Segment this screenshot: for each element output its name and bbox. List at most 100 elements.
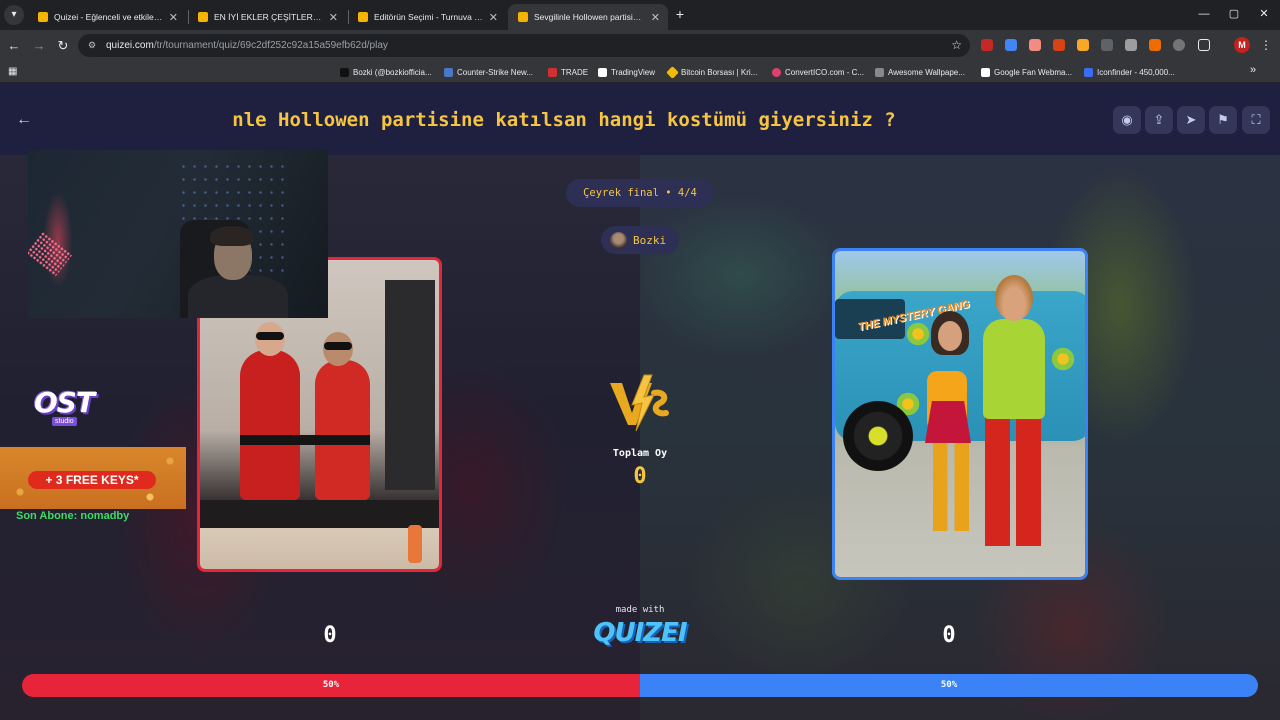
screen: ▾ Quizei - Eğlenceli ve etkileşimli ✕ EN… (0, 0, 1280, 720)
tab-close-icon[interactable]: ✕ (489, 11, 498, 24)
browser-tab-3[interactable]: Editörün Seçimi - Turnuva - Qu ✕ (348, 4, 506, 30)
free-keys-banner: + 3 FREE KEYS* (0, 447, 186, 509)
tab-search-icon[interactable]: ▾ (4, 5, 24, 25)
round-indicator: Çeyrek final • 4/4 (566, 179, 714, 207)
extension-icon[interactable] (1053, 39, 1065, 51)
tab-title: EN İYİ EKLER ÇEŞİTLERİ - Tier Li (214, 12, 323, 22)
more-bookmarks-icon[interactable]: » (1250, 64, 1256, 76)
quiz-title: nle Hollowen partisine katılsan hangi ko… (232, 109, 896, 131)
profile-avatar[interactable]: M (1234, 37, 1250, 53)
bookmark-label: TradingView (611, 67, 656, 77)
address-bar[interactable]: ⚙ quizei.com/tr/tournament/quiz/69c2df25… (78, 34, 970, 57)
window-close-icon[interactable]: ✕ (1256, 6, 1272, 22)
quizei-favicon-icon (358, 12, 368, 22)
vote-progress-bar: 50% 50% (22, 674, 1258, 697)
extension-icon[interactable] (1173, 39, 1185, 51)
bookmark-star-icon[interactable]: ☆ (951, 38, 962, 53)
tradingview-icon (598, 67, 607, 77)
forward-icon[interactable]: → (31, 38, 47, 54)
made-with-label: made with (615, 605, 665, 615)
ost-studio-logo: OST studio (34, 386, 95, 430)
bookmark-favicon-icon (981, 67, 990, 77)
bookmark-label: Iconfinder - 450,000... (1097, 67, 1175, 77)
creator-name: Bozki (633, 233, 667, 247)
choice-card-right[interactable]: THE MYSTERY GANG (832, 248, 1088, 580)
browser-tab-active[interactable]: Sevgilinle Hollowen partisine ka ✕ (508, 4, 668, 30)
reload-icon[interactable]: ↻ (55, 38, 71, 54)
bookmark-label: Bozki (@bozkiofficia... (353, 67, 432, 77)
binance-icon (666, 65, 679, 79)
browser-tab-bar: ▾ Quizei - Eğlenceli ve etkileşimli ✕ EN… (0, 0, 1280, 30)
quizei-favicon-icon (518, 12, 528, 22)
minimize-icon[interactable]: — (1196, 6, 1212, 22)
tiktok-icon (340, 67, 349, 77)
bookmark-item[interactable]: Awesome Wallpape... (875, 65, 965, 79)
back-icon[interactable]: ← (6, 38, 22, 54)
bookmark-item[interactable]: Counter-Strike New... (444, 65, 533, 79)
url-path: /tr/tournament/quiz/69c2df252c92a15a59ef… (153, 40, 388, 51)
browser-menu-icon[interactable]: ⋮ (1260, 37, 1272, 53)
fullscreen-icon[interactable]: ⛶ (1242, 106, 1270, 134)
extension-icon[interactable] (1149, 39, 1161, 51)
scooby-doo-costume-photo: THE MYSTERY GANG (835, 251, 1085, 577)
left-vote-share: 50% (22, 674, 640, 697)
last-subscriber-text: Son Abone: nomadby (16, 510, 130, 522)
browser-toolbar: ← → ↻ ⚙ quizei.com/tr/tournament/quiz/69… (0, 30, 1280, 61)
tab-close-icon[interactable]: ✕ (651, 11, 660, 24)
versus-icon (610, 374, 669, 432)
bookmark-item[interactable]: Bozki (@bozkiofficia... (340, 65, 432, 79)
bookmark-item[interactable]: TradingView (598, 65, 655, 79)
bookmark-favicon-icon (548, 67, 557, 77)
bookmark-favicon-icon (772, 67, 781, 77)
bookmark-favicon-icon (875, 67, 884, 77)
iconfinder-icon (1084, 67, 1093, 77)
tab-title: Sevgilinle Hollowen partisine ka (534, 12, 645, 22)
bookmark-item[interactable]: ConvertICO.com - C... (772, 65, 864, 79)
browser-tab-2[interactable]: EN İYİ EKLER ÇEŞİTLERİ - Tier Li ✕ (188, 4, 346, 30)
tab-title: Quizei - Eğlenceli ve etkileşimli (54, 12, 163, 22)
quiz-header: ← nle Hollowen partisine katılsan hangi … (0, 83, 1280, 155)
extension-icon[interactable] (1101, 39, 1113, 51)
extension-icon[interactable] (1029, 39, 1041, 51)
ost-logo-sub: studio (52, 417, 77, 426)
bookmark-label: ConvertICO.com - C... (785, 67, 865, 77)
bookmark-item[interactable]: TRADE (548, 65, 588, 79)
quiz-page: ← nle Hollowen partisine katılsan hangi … (0, 83, 1280, 720)
flag-icon[interactable]: ⚑ (1209, 106, 1237, 134)
share-icon[interactable]: ⇪ (1145, 106, 1173, 134)
eye-icon[interactable]: ◉ (1113, 106, 1141, 134)
creator-avatar (610, 231, 627, 249)
bookmark-favicon-icon (444, 67, 453, 77)
ost-logo-text: OST (34, 386, 95, 419)
maximize-icon[interactable]: ▢ (1226, 6, 1242, 22)
quizei-favicon-icon (198, 12, 208, 22)
extension-icon[interactable] (1125, 39, 1137, 51)
total-votes-count: 0 (633, 464, 647, 489)
url-text[interactable]: quizei.com/tr/tournament/quiz/69c2df252c… (106, 34, 388, 57)
send-icon[interactable]: ➤ (1177, 106, 1205, 134)
bookmark-item[interactable]: Bitcoin Borsası | Kri... (666, 65, 757, 79)
extension-icon[interactable] (1077, 39, 1089, 51)
quizei-brand-logo[interactable]: QUIZEI (590, 616, 690, 650)
tab-close-icon[interactable]: ✕ (169, 11, 178, 24)
browser-tab-1[interactable]: Quizei - Eğlenceli ve etkileşimli ✕ (28, 4, 186, 30)
total-votes-label: Toplam Oy (612, 448, 668, 459)
bookmark-label: Counter-Strike New... (457, 67, 534, 77)
bookmark-item[interactable]: Iconfinder - 450,000... (1084, 65, 1175, 79)
creator-badge[interactable]: Bozki (601, 226, 679, 254)
translate-extension-icon[interactable] (1005, 39, 1017, 51)
extension-icon[interactable] (981, 39, 993, 51)
tab-title: Editörün Seçimi - Turnuva - Qu (374, 12, 483, 22)
new-tab-icon[interactable]: + (672, 6, 688, 22)
bookmark-label: TRADE (561, 67, 589, 77)
back-arrow-icon[interactable]: ← (16, 111, 32, 129)
right-score: 0 (942, 623, 956, 648)
bookmark-item[interactable]: Google Fan Webma... (981, 65, 1072, 79)
left-score: 0 (323, 623, 337, 648)
bookmark-label: Google Fan Webma... (994, 67, 1073, 77)
extensions-puzzle-icon[interactable] (1198, 39, 1210, 51)
quizei-favicon-icon (38, 12, 48, 22)
site-info-icon[interactable]: ⚙ (88, 39, 100, 51)
tab-close-icon[interactable]: ✕ (329, 11, 338, 24)
apps-grid-icon[interactable]: ▦ (8, 66, 19, 77)
